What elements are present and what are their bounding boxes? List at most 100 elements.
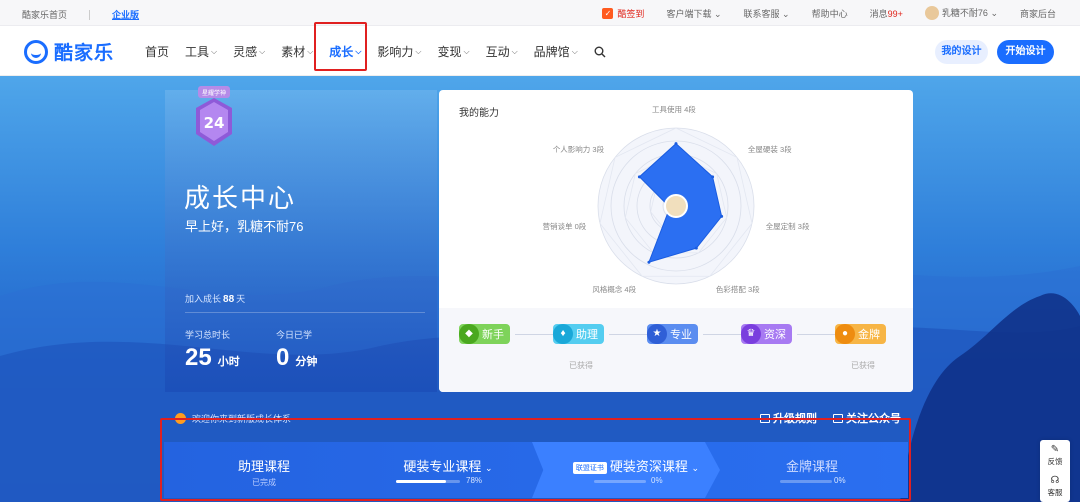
user-menu[interactable]: 乳糖不耐76 ⌄: [924, 6, 998, 21]
nav-item-home[interactable]: 首页: [145, 43, 169, 60]
nav-item-monetize[interactable]: 变现 ⌵: [437, 43, 469, 60]
level-track: ◆ 新手 ♦ 助理 ★ 专业 ♛ 资深 ● 金牌 已获得 已获得: [439, 308, 913, 392]
joined-info: 加入成长 88 天: [185, 292, 245, 305]
chevron-down-icon: ⌵: [415, 46, 422, 56]
edit-icon: ✎: [1050, 444, 1060, 455]
chevron-down-icon: ⌵: [571, 46, 578, 56]
chevron-down-icon: ⌄: [990, 7, 998, 18]
star-icon: ★: [647, 324, 667, 344]
enterprise-link[interactable]: 企业版: [112, 8, 139, 21]
level-status: 已获得: [569, 361, 593, 370]
radar-axis-label: 风格概念 4段: [592, 284, 637, 294]
page-title: 成长中心: [184, 183, 297, 213]
top-utility-bar: 酷家乐首页 企业版 ✓ 酷签到 客户端下载 ⌄ 联系客服 ⌄ 帮助中心 消息99+…: [0, 0, 1080, 26]
checkin-link[interactable]: ✓ 酷签到: [602, 7, 644, 20]
chevron-down-icon: ⌵: [259, 46, 266, 56]
radar-point: [637, 175, 641, 179]
chevron-down-icon: ⌵: [511, 46, 518, 56]
nav-menu: 首页 工具 ⌵ 灵感 ⌵ 素材 ⌵ 成长 ⌵ 影响力 ⌵ 变现 ⌵ 互动 ⌵ 品牌馆 ⌵: [145, 43, 606, 60]
nav-label: 首页: [145, 45, 170, 59]
study-total-number: 25: [185, 344, 212, 371]
svg-text:星耀学神: 星耀学神: [202, 89, 226, 97]
my-design-button[interactable]: 我的设计: [935, 40, 988, 64]
divider: [89, 9, 91, 20]
ability-radar-chart: [597, 127, 755, 285]
nav-label: 工具: [185, 45, 210, 59]
main-nav: 酷家乐 首页 工具 ⌵ 灵感 ⌵ 素材 ⌵ 成长 ⌵ 影响力 ⌵ 变现 ⌵ 互动 ⌵ 品牌馆 ⌵…: [0, 26, 1080, 76]
joined-label: 加入成长: [185, 294, 222, 304]
study-total-label: 学习总时长: [185, 330, 231, 340]
service-button[interactable]: ☊ 客服: [1040, 471, 1070, 502]
chevron-down-icon: ⌵: [211, 46, 218, 56]
radar-axis-label: 全屋硬装 3段: [747, 144, 792, 154]
ability-card: 我的能力 工具使用 4段 全屋硬装 3段 全屋定制 3段 色彩搭配 3段 风格概念 4段…: [439, 90, 913, 392]
messages-label: 消息: [869, 8, 888, 19]
start-design-button[interactable]: 开始设计: [997, 40, 1054, 64]
joined-days: 88: [223, 294, 235, 305]
feedback-label: 反馈: [1047, 457, 1063, 466]
headset-icon: ☊: [1050, 475, 1060, 486]
today-study-number: 0: [276, 344, 290, 371]
service-label: 客服: [1047, 488, 1063, 497]
chevron-down-icon: ⌄: [713, 8, 722, 19]
avatar: [664, 194, 688, 218]
checkin-label: 酷签到: [617, 8, 645, 19]
help-link[interactable]: 帮助中心: [812, 7, 848, 20]
chevron-down-icon: ⌵: [463, 46, 470, 56]
client-download-menu[interactable]: 客户端下载 ⌄: [666, 7, 721, 20]
merchant-link[interactable]: 商家后台: [1020, 7, 1056, 20]
nav-label: 灵感: [233, 45, 258, 59]
checkbox-icon: ✓: [602, 7, 614, 19]
divider: [515, 334, 555, 335]
support-menu[interactable]: 联系客服 ⌄: [744, 7, 790, 20]
medal-badge-icon: 星耀学神 24: [196, 86, 232, 146]
nav-item-tools[interactable]: 工具 ⌵: [185, 43, 217, 60]
study-total-unit: 小时: [217, 356, 240, 368]
nav-item-interact[interactable]: 互动 ⌵: [486, 43, 518, 60]
joined-unit: 天: [236, 294, 246, 304]
home-link[interactable]: 酷家乐首页: [22, 8, 67, 21]
nav-item-inspiration[interactable]: 灵感 ⌵: [233, 43, 265, 60]
level-novice[interactable]: ◆ 新手: [459, 324, 511, 344]
level-label: 新手: [482, 329, 504, 341]
level-assistant[interactable]: ♦ 助理: [553, 324, 605, 344]
level-label: 助理: [576, 329, 598, 341]
feedback-button[interactable]: ✎ 反馈: [1040, 440, 1070, 471]
medal-icon: ●: [835, 324, 855, 344]
logo-icon: [24, 39, 48, 64]
nav-label: 品牌馆: [533, 45, 570, 59]
avatar: [924, 6, 939, 21]
nav-item-materials[interactable]: 素材 ⌵: [281, 43, 313, 60]
nav-label: 影响力: [377, 45, 414, 59]
greeting-text: 早上好，乳糖不耐76: [185, 219, 304, 234]
level-status: 已获得: [851, 361, 875, 370]
study-total-value: 25 小时: [185, 344, 240, 372]
level-label: 资深: [764, 329, 786, 341]
nav-label: 素材: [281, 45, 306, 59]
divider: [703, 334, 743, 335]
messages-link[interactable]: 消息99+: [870, 7, 903, 20]
radar-point: [694, 246, 698, 250]
logo[interactable]: 酷家乐: [24, 38, 114, 65]
level-senior[interactable]: ♛ 资深: [741, 324, 793, 344]
divider: [185, 312, 425, 313]
messages-count-badge: 99+: [887, 8, 903, 19]
today-study-value: 0 分钟: [276, 344, 317, 372]
level-professional[interactable]: ★ 专业: [647, 324, 699, 344]
level-label: 专业: [670, 329, 692, 341]
radar-axis-label: 营销谈单 0段: [542, 222, 587, 232]
radar-axis-label: 个人影响力 3段: [552, 144, 605, 154]
level-gold[interactable]: ● 金牌: [835, 324, 887, 344]
radar-point: [711, 175, 715, 179]
radar-point: [674, 142, 678, 146]
nav-item-brand[interactable]: 品牌馆 ⌵: [534, 43, 578, 60]
radar-axis-label: 色彩搭配 3段: [715, 284, 760, 294]
highlight-box-nav: [314, 22, 367, 71]
nav-item-influence[interactable]: 影响力 ⌵: [377, 43, 421, 60]
chevron-down-icon: ⌄: [782, 8, 790, 19]
radar-axis-label: 全屋定制 3段: [765, 222, 810, 232]
nav-label: 变现: [437, 45, 462, 59]
logo-text: 酷家乐: [54, 43, 115, 64]
search-icon[interactable]: [594, 43, 606, 60]
radar-point: [647, 260, 651, 264]
